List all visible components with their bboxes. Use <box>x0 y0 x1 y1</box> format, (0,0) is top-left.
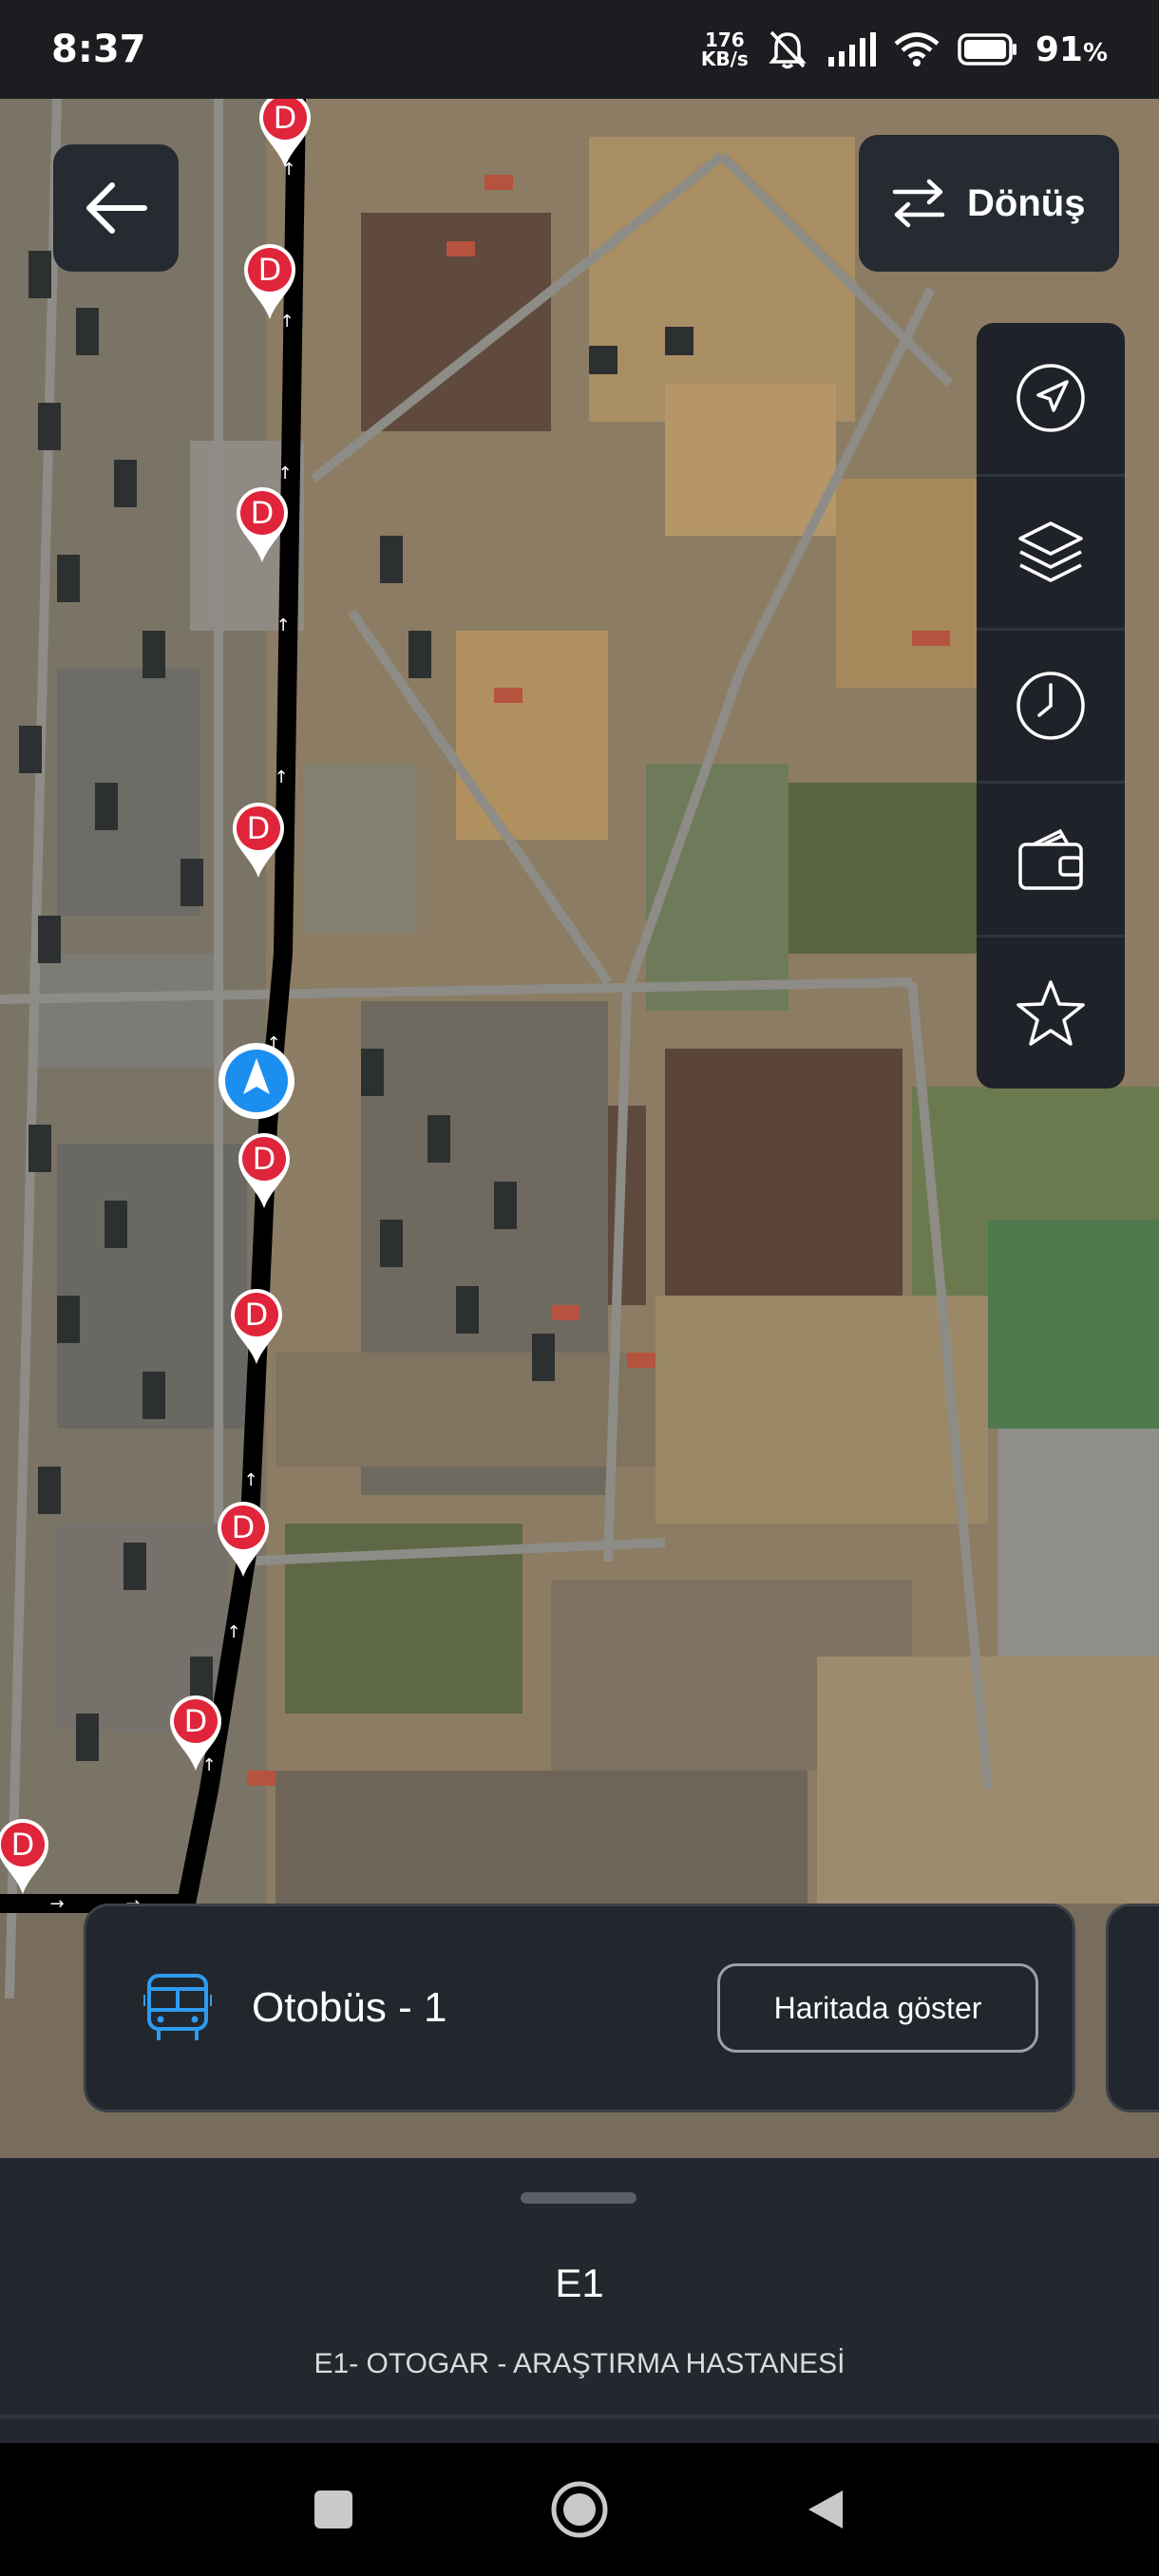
wallet-button[interactable] <box>977 784 1125 938</box>
network-speed: 176 KB/s <box>701 30 749 68</box>
layers-icon <box>1018 521 1083 582</box>
battery-icon <box>958 33 1016 66</box>
status-time: 8:37 <box>51 28 146 71</box>
swap-arrows-icon <box>892 179 945 228</box>
map-view[interactable]: ↑ ↑ ↑ ↑ ↑ ↑ ↑ ↑ ↑ ↑ ↑ → → DDDDDDDDD <box>0 99 1159 2158</box>
return-button-label: Dönüş <box>967 181 1086 224</box>
route-name: E1- OTOGAR - ARAŞTIRMA HASTANESİ <box>314 2348 846 2379</box>
stop-marker-label: D <box>184 1703 208 1739</box>
sheet-divider <box>0 2415 1159 2418</box>
user-location-marker <box>218 1043 294 1119</box>
status-icons: 176 KB/s 91% <box>701 28 1108 70</box>
stop-marker-label: D <box>11 1827 35 1863</box>
status-bar: 8:37 176 KB/s 91% <box>0 0 1159 99</box>
show-on-map-button[interactable]: Haritada göster <box>717 1963 1038 2053</box>
map-layers-button[interactable] <box>977 477 1125 631</box>
battery-level: 91% <box>1035 29 1108 69</box>
back-button[interactable] <box>53 144 179 272</box>
favorites-button[interactable] <box>977 938 1125 1089</box>
clock-icon <box>1016 672 1085 740</box>
wallet-icon <box>1018 828 1083 890</box>
bus-stop-marker[interactable]: D <box>259 99 311 167</box>
stop-marker-label: D <box>247 810 271 846</box>
bus-stop-marker[interactable]: D <box>237 487 288 562</box>
stop-marker-label: D <box>251 495 275 531</box>
wifi-icon <box>894 32 940 66</box>
vehicle-card[interactable]: Otobüs - 1 Haritada göster <box>84 1904 1075 2112</box>
location-icon <box>1016 364 1085 433</box>
net-speed-unit: KB/s <box>700 47 749 70</box>
bus-stop-marker[interactable]: D <box>233 803 284 878</box>
map-tools-panel <box>977 323 1125 1089</box>
stop-marker-label: D <box>274 100 297 136</box>
return-direction-button[interactable]: Dönüş <box>859 135 1119 272</box>
schedule-button[interactable] <box>977 631 1125 785</box>
bus-stop-marker[interactable]: D <box>0 1819 48 1894</box>
my-location-button[interactable] <box>977 323 1125 477</box>
stop-marker-label: D <box>258 252 282 288</box>
back-icon[interactable] <box>805 2487 846 2532</box>
vehicle-title: Otobüs - 1 <box>252 1984 447 2031</box>
home-icon[interactable] <box>550 2480 609 2539</box>
bus-stop-marker[interactable]: D <box>238 1133 290 1208</box>
stop-marker-label: D <box>232 1509 256 1545</box>
bus-stop-marker[interactable]: D <box>218 1502 269 1577</box>
bus-stop-marker[interactable]: D <box>231 1289 282 1364</box>
stop-marker-label: D <box>253 1141 276 1177</box>
bus-stop-marker[interactable]: D <box>244 244 295 319</box>
route-sheet[interactable]: E1 E1- OTOGAR - ARAŞTIRMA HASTANESİ <box>0 2158 1159 2443</box>
system-nav-bar <box>0 2443 1159 2576</box>
net-speed-value: 176 <box>704 28 745 51</box>
arrow-left-icon <box>86 182 147 234</box>
next-vehicle-card[interactable] <box>1106 1904 1159 2112</box>
route-code: E1 <box>555 2261 604 2305</box>
recents-icon[interactable] <box>313 2489 354 2530</box>
sheet-drag-handle[interactable] <box>521 2192 636 2204</box>
mute-icon <box>769 30 807 69</box>
stop-marker-label: D <box>245 1297 269 1333</box>
star-icon <box>1016 979 1085 1046</box>
bus-stop-marker[interactable]: D <box>170 1695 221 1771</box>
signal-icon <box>827 32 876 66</box>
bus-icon <box>143 1974 212 2040</box>
